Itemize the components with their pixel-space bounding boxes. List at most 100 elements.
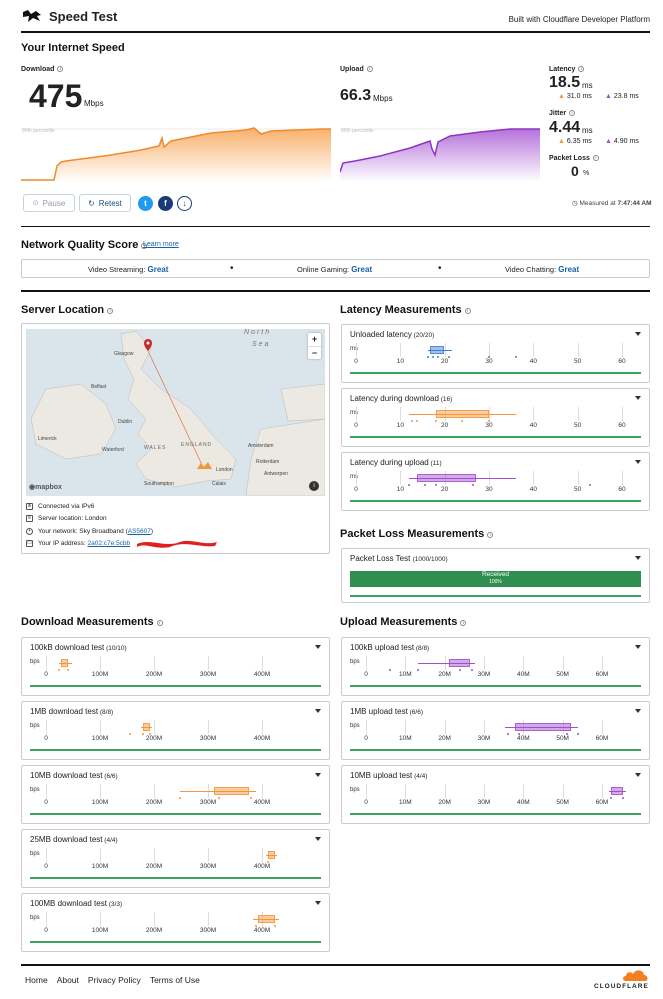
facebook-icon[interactable]: f <box>158 196 173 211</box>
chevron-down-icon[interactable] <box>315 645 321 649</box>
footer-link-terms[interactable]: Terms of Use <box>150 975 200 985</box>
download-value: 475 <box>29 78 83 114</box>
gridline <box>400 343 402 357</box>
footer-link-privacy[interactable]: Privacy Policy <box>88 975 141 985</box>
upload-2-card[interactable]: 10MB upload test (4/4) bps 0 10M 20M 30M 40M 50… <box>341 765 650 824</box>
cloudflare-logo-icon <box>622 968 650 984</box>
status-line <box>30 749 321 751</box>
footer-links: Home About Privacy Policy Terms of Use <box>25 975 200 985</box>
tick-label: 200M <box>145 735 163 742</box>
speed-test-logo-icon <box>22 9 42 23</box>
axis-unit: bps <box>30 723 40 729</box>
box-plot <box>268 851 275 859</box>
tick-label: 10M <box>399 735 412 742</box>
mapbox-logo[interactable]: ◉mapbox <box>29 483 62 491</box>
latency-0-card[interactable]: Unloaded latency (20/20) ms 0 10 20 30 40 50 60 <box>341 324 650 383</box>
pause-button[interactable]: ⊙ Pause <box>23 194 75 212</box>
zoom-out-button[interactable]: − <box>308 346 321 359</box>
gridline <box>622 407 623 421</box>
chevron-down-icon[interactable] <box>635 709 641 713</box>
network-icon: ⋔ <box>26 503 33 510</box>
asn-link[interactable]: AS5607 <box>128 528 151 535</box>
chevron-down-icon[interactable] <box>315 709 321 713</box>
download-3-title: 25MB download test (4/4) <box>30 835 118 844</box>
network-row: • Your network: Sky Broadband (AS5607) <box>26 528 153 535</box>
built-with-text[interactable]: Built with Cloudflare Developer Platform <box>509 15 650 24</box>
upload-1-card[interactable]: 1MB upload test (6/6) bps 0 10M 20M 30M 40M 50M… <box>341 701 650 760</box>
ip-card-icon: ▭ <box>26 540 33 547</box>
zoom-in-button[interactable]: + <box>308 333 321 346</box>
download-1-card[interactable]: 1MB download test (8/8) bps 0 100M 200M 300M 4… <box>21 701 330 760</box>
chevron-down-icon[interactable] <box>635 645 641 649</box>
learn-more-link[interactable]: Learn more <box>143 241 179 248</box>
status-line <box>30 941 321 943</box>
box-plot <box>514 723 572 731</box>
data-point <box>459 669 462 671</box>
pause-icon: ⊙ <box>32 200 39 207</box>
tick-label: 0 <box>364 671 368 678</box>
packet-loss-unit: % <box>583 170 590 177</box>
data-point <box>472 484 475 486</box>
chevron-down-icon[interactable] <box>315 773 321 777</box>
axis-unit: bps <box>30 851 40 857</box>
map-label-england: ENGLAND <box>181 442 213 448</box>
jitter-label: Jitter i <box>549 110 576 117</box>
download-2-card[interactable]: 10MB download test (6/6) bps 0 100M 200M 300M… <box>21 765 330 824</box>
data-point <box>426 356 429 358</box>
tick-label: 400M <box>253 927 271 934</box>
upload-0-card[interactable]: 100kB upload test (8/8) bps 0 10M 20M 30M 40M 5… <box>341 637 650 696</box>
data-point <box>416 669 419 671</box>
tick-label: 60 <box>618 486 626 493</box>
latency-unit: ms <box>582 81 593 90</box>
packet-loss-label: Packet Loss i <box>549 155 599 162</box>
map[interactable]: North Sea Glasgow Belfast Dublin Limeric… <box>26 329 325 496</box>
measured-at: ◷ Measured at 7:47:44 AM <box>572 200 652 207</box>
download-0-card[interactable]: 100kB download test (10/10) bps 0 100M 200M 3… <box>21 637 330 696</box>
twitter-icon[interactable]: t <box>138 196 153 211</box>
chevron-down-icon[interactable] <box>635 332 641 336</box>
chevron-down-icon[interactable] <box>635 460 641 464</box>
zoom-controls: + − <box>308 333 321 359</box>
chevron-down-icon[interactable] <box>635 773 641 777</box>
tick-label: 0 <box>44 799 48 806</box>
location-pin-icon: • <box>26 528 33 535</box>
chevron-down-icon[interactable] <box>315 837 321 841</box>
latency-0-title: Unloaded latency (20/20) <box>350 330 435 339</box>
map-label-belfast: Belfast <box>91 384 107 390</box>
retest-button[interactable]: ↻ Retest <box>79 194 131 212</box>
tick-label: 50M <box>556 671 569 678</box>
info-icon: i <box>460 620 467 626</box>
map-label-southampton: Southampton <box>144 481 174 487</box>
status-line <box>350 500 641 502</box>
latency-2-card[interactable]: Latency during upload (11) ms 0 10 20 30 40 50 6… <box>341 452 650 511</box>
map-label-antwerpen: Antwerpen <box>264 471 288 477</box>
footer-link-home[interactable]: Home <box>25 975 48 985</box>
chevron-down-icon[interactable] <box>315 901 321 905</box>
tick-label: 200M <box>145 671 163 678</box>
packet-loss-card[interactable]: Packet Loss Test (1000/1000) Received 10… <box>341 548 650 603</box>
map-info-icon[interactable]: i <box>309 481 319 491</box>
data-point <box>254 925 257 927</box>
status-line <box>350 685 641 687</box>
download-3-card[interactable]: 25MB download test (4/4) bps 0 100M 200M 300M… <box>21 829 330 888</box>
footer-link-about[interactable]: About <box>57 975 79 985</box>
server-location-row: ≡ Server location: London <box>26 515 107 522</box>
tick-label: 300M <box>199 927 217 934</box>
data-point <box>471 669 474 671</box>
data-point <box>250 797 253 799</box>
ip-address-link[interactable]: 2a02:c7e:5cbb <box>88 540 131 547</box>
upload-1-title: 1MB upload test (6/6) <box>350 707 423 716</box>
gridline <box>208 720 209 734</box>
gridline <box>400 471 402 485</box>
quality-video-chatting: Video Chatting: Great <box>505 265 580 274</box>
tick-label: 400M <box>253 863 271 870</box>
gridline <box>602 656 603 670</box>
latency-1-card[interactable]: Latency during download (16) ms 0 10 20 30 40 5… <box>341 388 650 447</box>
download-results-icon[interactable]: ↓ <box>177 196 192 211</box>
divider <box>21 226 650 227</box>
download-4-card[interactable]: 100MB download test (3/3) bps 0 100M 200M 300… <box>21 893 330 952</box>
chevron-down-icon[interactable] <box>635 396 641 400</box>
box-plot <box>611 787 624 795</box>
gridline <box>262 656 263 670</box>
tick-label: 10 <box>396 422 404 429</box>
